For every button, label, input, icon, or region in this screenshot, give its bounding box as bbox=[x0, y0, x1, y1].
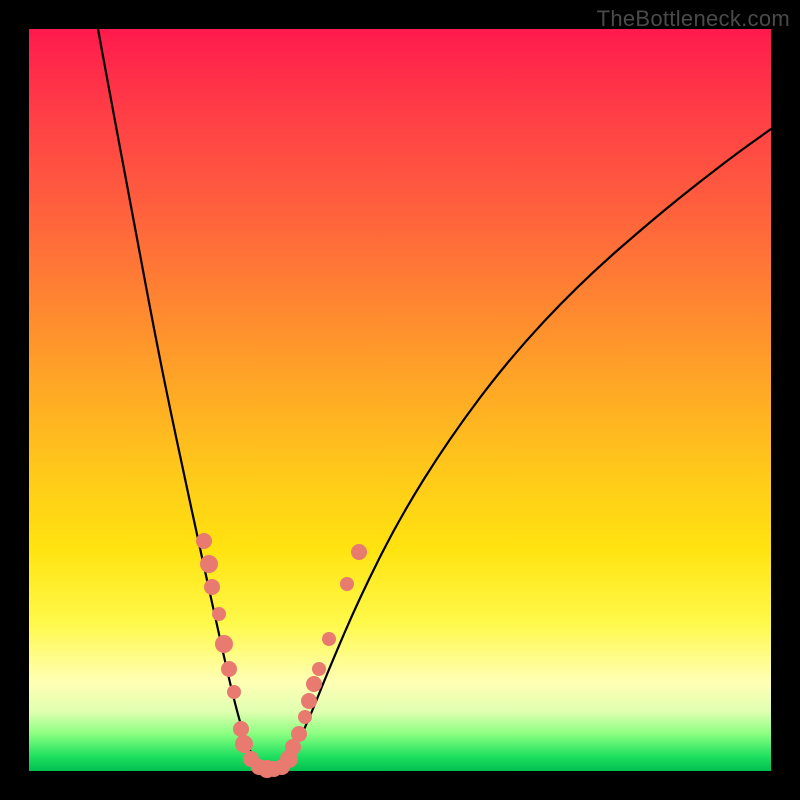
data-dot bbox=[301, 693, 317, 709]
data-dot bbox=[306, 676, 322, 692]
data-dot bbox=[291, 726, 307, 742]
data-dot bbox=[322, 632, 336, 646]
data-dot bbox=[196, 533, 212, 549]
data-dot bbox=[298, 710, 312, 724]
data-dot bbox=[212, 607, 226, 621]
scatter-dots bbox=[196, 533, 367, 778]
plot-area bbox=[29, 29, 771, 771]
data-dot bbox=[233, 721, 249, 737]
chart-frame: TheBottleneck.com bbox=[0, 0, 800, 800]
curves-svg bbox=[29, 29, 771, 771]
left-curve bbox=[98, 29, 261, 771]
data-dot bbox=[221, 661, 237, 677]
data-dot bbox=[340, 577, 354, 591]
right-curve bbox=[279, 129, 771, 771]
data-dot bbox=[215, 635, 233, 653]
data-dot bbox=[235, 735, 253, 753]
data-dot bbox=[312, 662, 326, 676]
data-dot bbox=[204, 579, 220, 595]
data-dot bbox=[200, 555, 218, 573]
data-dot bbox=[351, 544, 367, 560]
data-dot bbox=[227, 685, 241, 699]
